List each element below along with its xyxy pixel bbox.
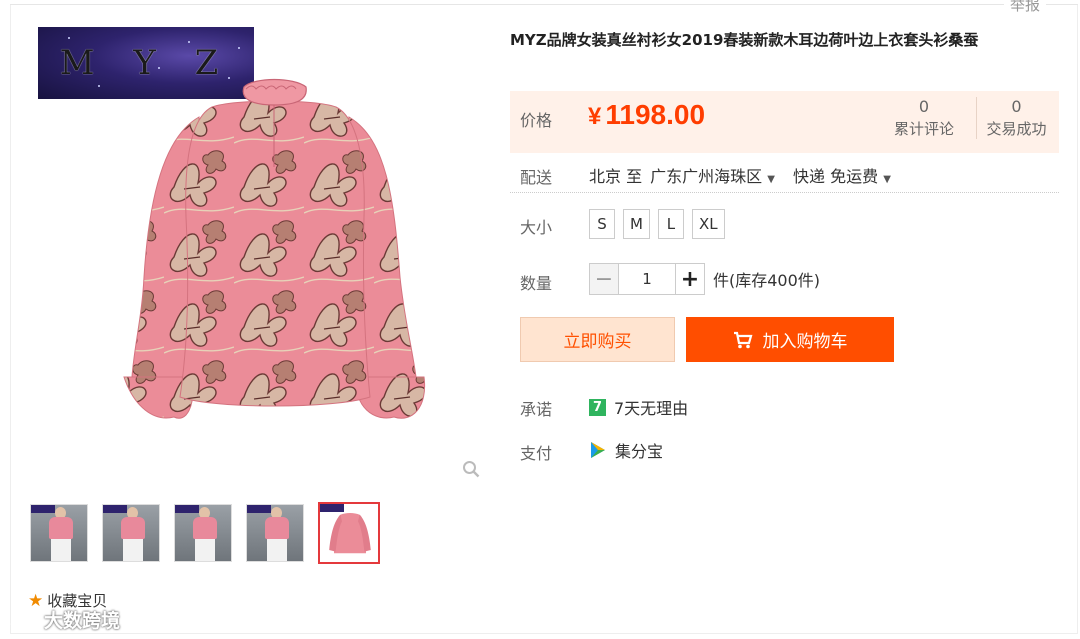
quantity-decrement-button[interactable]: −	[589, 263, 619, 295]
size-option-xl[interactable]: XL	[691, 209, 725, 239]
quantity-label: 数量	[520, 274, 553, 293]
sales-count-stat: 0 交易成功	[976, 97, 1056, 139]
promise-text: 7天无理由	[614, 399, 689, 418]
size-option-l[interactable]: L	[657, 209, 684, 239]
delivery-info: 北京 至 广东广州海珠区 ▼ 快递 免运费 ▼	[589, 163, 891, 187]
thumbnail-3[interactable]	[174, 504, 232, 562]
watermark-text: 大数跨境	[44, 610, 121, 632]
quantity-increment-button[interactable]: +	[675, 263, 705, 295]
quantity-input[interactable]: 1	[619, 263, 675, 295]
payment-info[interactable]: 集分宝	[589, 438, 663, 462]
review-count: 0	[918, 97, 930, 116]
thumbnail-5[interactable]	[318, 502, 380, 564]
thumbnail-strip	[30, 502, 380, 564]
currency-symbol: ¥	[588, 103, 602, 130]
payment-text: 集分宝	[615, 442, 664, 461]
promise-info[interactable]: 7 7天无理由	[589, 395, 688, 419]
thumbnail-2[interactable]	[102, 504, 160, 562]
watermark-logo-icon	[10, 613, 36, 628]
sales-count: 0	[1011, 97, 1022, 116]
quantity-stepper: − 1 + 件(库存400件)	[589, 263, 820, 295]
magnifier-icon[interactable]	[462, 460, 480, 478]
delivery-divider	[510, 192, 1059, 193]
thumbnail-1[interactable]	[30, 504, 88, 562]
review-count-stat[interactable]: 0 累计评论	[888, 97, 960, 139]
promise-label: 承诺	[520, 400, 553, 419]
stock-info: 件(库存400件)	[713, 271, 821, 290]
sales-count-label: 交易成功	[986, 120, 1047, 138]
delivery-from: 北京 至	[589, 167, 643, 186]
thumbnail-4[interactable]	[246, 504, 304, 562]
product-page: 举报 M Y Z ★ 收藏宝贝 大数跨境 MYZ品牌女装真丝衬衫女2019春装新…	[0, 0, 1080, 639]
price-amount: 1198.00	[605, 99, 706, 130]
shipping-method-text: 快递 免运费	[792, 167, 879, 186]
watermark: 大数跨境	[8, 606, 120, 633]
add-to-cart-label: 加入购物车	[762, 332, 848, 352]
price-value: ¥1198.00	[588, 99, 705, 131]
caret-down-icon: ▼	[764, 174, 775, 185]
size-label: 大小	[520, 218, 553, 237]
buy-now-button[interactable]: 立即购买	[520, 317, 675, 362]
size-option-s[interactable]: S	[589, 209, 615, 239]
size-option-m[interactable]: M	[623, 209, 650, 239]
jifenbao-icon	[591, 442, 605, 458]
delivery-destination-select[interactable]: 广东广州海珠区 ▼	[650, 163, 775, 187]
price-label: 价格	[520, 111, 553, 130]
delivery-label: 配送	[520, 168, 553, 187]
caret-down-icon: ▼	[880, 174, 891, 185]
main-product-image[interactable]: M Y Z	[34, 22, 490, 486]
size-options: S M L XL	[589, 209, 725, 239]
price-box: 价格 ¥1198.00 0 累计评论 0 交易成功	[510, 91, 1059, 153]
report-link[interactable]: 举报	[1003, 0, 1046, 15]
review-count-label: 累计评论	[893, 120, 954, 138]
product-title: MYZ品牌女装真丝衬衫女2019春装新款木耳边荷叶边上衣套头衫桑蚕	[510, 31, 979, 49]
shipping-method-select[interactable]: 快递 免运费 ▼	[793, 163, 891, 187]
seven-day-return-icon: 7	[589, 398, 606, 416]
thumbnail-blouse-icon	[329, 513, 371, 554]
top-divider	[10, 4, 1078, 5]
cart-icon	[733, 331, 752, 348]
delivery-destination-text: 广东广州海珠区	[650, 167, 763, 186]
add-to-cart-button[interactable]: 加入购物车	[686, 317, 894, 362]
pink-silk-blouse-photo	[123, 78, 426, 419]
payment-label: 支付	[520, 444, 553, 463]
